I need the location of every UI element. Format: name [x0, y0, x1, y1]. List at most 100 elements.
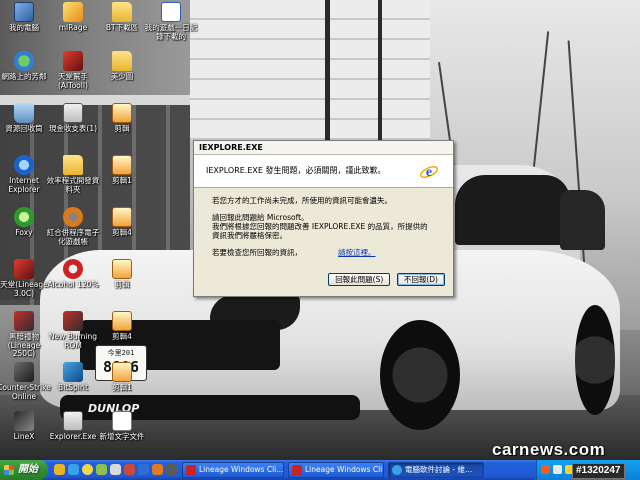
taskbar-item-lineage-2[interactable]: Lineage Windows Cli...: [288, 462, 384, 478]
taskbar: 開始 Lineage Windows Cli... Lineage Window…: [0, 460, 640, 480]
dialog-warning-text: 若您方才的工作尚未完成，所使用的資訊可能會遺失。: [212, 196, 392, 205]
desktop-icon-label: 新增文字文件: [99, 432, 145, 441]
aitool-icon: [63, 51, 83, 71]
quick-launch-app-icon[interactable]: [138, 464, 149, 475]
desktop-icon-label: 網路上的芳鄰: [1, 72, 47, 81]
car-wheel: [575, 305, 615, 415]
desktop-icon-label: 天堂(Lineage 3.0C): [0, 280, 48, 298]
watermark: carnews.com: [492, 440, 606, 459]
dialog-details-row: 若要檢查您所回報的資訊， 請按這裡。: [212, 248, 435, 260]
desktop-icon-clip[interactable]: 剪輯: [94, 259, 150, 290]
desktop-icon-explorer-exe[interactable]: Explorer.Exe: [45, 411, 101, 442]
desktop-icon-label: 美少圖: [110, 72, 134, 81]
network-icon: [14, 51, 34, 71]
desktop-icon-bt-folder[interactable]: BT下載區: [94, 2, 150, 33]
tray-network-icon[interactable]: [553, 465, 562, 474]
bitspirit-icon: [63, 362, 83, 382]
dialog-titlebar[interactable]: IEXPLORE.EXE: [194, 141, 453, 155]
desktop-icon-alcohol[interactable]: Alcohol 120%: [45, 259, 101, 290]
folder-icon: [63, 155, 83, 175]
zip-file-icon: [112, 259, 132, 279]
start-label: 開始: [18, 464, 38, 475]
gear-icon: [63, 207, 83, 227]
desktop-icon-label: Explorer.Exe: [49, 432, 97, 441]
desktop-icon-program[interactable]: 紅合併程序電子化遊戲帳: [45, 207, 101, 246]
wallpaper-pole: [378, 0, 382, 140]
taskbar-item-label: 電腦軟件討論 - 維...: [405, 465, 473, 474]
dialog-details-text: 若要檢查您所回報的資訊，: [212, 248, 302, 257]
internet-explorer-icon: [392, 465, 402, 475]
desktop-icon-aitool[interactable]: 天堂幫手(AIToolI): [45, 51, 101, 90]
quick-launch-folder-icon[interactable]: [54, 464, 65, 475]
desktop-icon-label: 剪輯: [114, 124, 130, 133]
desktop-icon-label: 剪輯4: [112, 228, 132, 237]
mirage-icon: [63, 2, 83, 22]
car-wheel: [380, 320, 460, 430]
lineage-icon: [292, 465, 302, 475]
desktop-icon-clip[interactable]: 剪輯1: [94, 362, 150, 393]
dialog-privacy-text: 我們將根據您回報的問題改善 IEXPLORE.EXE 的品質，所提供的資訊我們將…: [212, 222, 428, 240]
wallpaper-building-center: [190, 0, 430, 140]
lineage-icon: [14, 259, 34, 279]
desktop-icon-bitspirit[interactable]: BitSpirit: [45, 362, 101, 393]
quick-launch-msn-icon[interactable]: [82, 464, 93, 475]
svg-text:e: e: [426, 165, 432, 180]
desktop-icon-label: Counter-Strike Online: [0, 383, 51, 401]
quick-launch-app-icon[interactable]: [166, 464, 177, 475]
desktop-icon-clip[interactable]: 剪輯: [94, 103, 150, 134]
desktop-icon-word-doc[interactable]: 我的遊戲一日記錄下載的: [143, 2, 199, 41]
desktop-icon-label: 剪輯: [114, 280, 130, 289]
dont-send-button[interactable]: 不回報(D): [396, 273, 445, 286]
exe-file-icon: [63, 411, 83, 431]
text-file-icon: [112, 411, 132, 431]
recycle-bin-icon: [14, 103, 34, 123]
taskbar-item-lineage-1[interactable]: Lineage Windows Cli...: [182, 462, 284, 478]
desktop-icon-label: mIRage: [58, 23, 88, 32]
desktop-icon-mirage[interactable]: mIRage: [45, 2, 101, 33]
send-report-button[interactable]: 回報此問題(S): [328, 273, 391, 286]
desktop-icon-label: BT下載區: [105, 23, 139, 32]
wallpaper-pole: [325, 0, 330, 160]
quick-launch-app-icon[interactable]: [124, 464, 135, 475]
quick-launch-app-icon[interactable]: [152, 464, 163, 475]
desktop-icon-label: 資源回收筒: [5, 124, 43, 133]
folder-icon: [112, 51, 132, 71]
desktop-icon-folder[interactable]: 效率程式開發資料夾: [45, 155, 101, 194]
desktop-icon-label: 黑暗禮物(Lineage 250C): [7, 332, 41, 358]
desktop-icon-label: Foxy: [15, 228, 33, 237]
dialog-report-heading: 請回報此問題給 Microsoft。: [212, 213, 309, 222]
desktop-icon-spreadsheet[interactable]: 現金收支表(1): [45, 103, 101, 134]
details-link[interactable]: 請按這裡。: [338, 248, 376, 257]
desktop-icon-clip[interactable]: 剪輯4: [94, 311, 150, 342]
burning-rom-icon: [63, 311, 83, 331]
tray-app-icon[interactable]: [541, 465, 550, 474]
quick-launch-ie-icon[interactable]: [68, 464, 79, 475]
lineage-icon: [186, 465, 196, 475]
windows-logo-icon: [4, 465, 14, 475]
desktop-icon-clip[interactable]: 剪輯1: [94, 155, 150, 186]
desktop-icon-label: Internet Explorer: [8, 176, 40, 194]
desktop-icon-clip[interactable]: 剪輯4: [94, 207, 150, 238]
start-button[interactable]: 開始: [0, 460, 48, 480]
desktop-icon-burning-rom[interactable]: New Burning ROM: [45, 311, 101, 350]
desktop-icon-label: 剪輯4: [112, 332, 132, 341]
quick-launch-desktop-icon[interactable]: [110, 464, 121, 475]
desktop-icon-label: 剪輯1: [112, 176, 132, 185]
desktop-icon-new-text[interactable]: 新增文字文件: [94, 411, 150, 442]
internet-explorer-icon: [14, 155, 34, 175]
desktop-icon-label: BitSpirit: [58, 383, 88, 392]
zip-file-icon: [112, 207, 132, 227]
desktop-icon-pictures[interactable]: 美少圖: [94, 51, 150, 82]
desktop-icon-label: 我的電腦: [9, 23, 39, 32]
spreadsheet-icon: [63, 103, 83, 123]
quick-launch-media-icon[interactable]: [96, 464, 107, 475]
taskbar-item-forum[interactable]: 電腦軟件討論 - 維...: [388, 462, 484, 478]
plate-region: 今里201: [107, 349, 135, 357]
dialog-buttons: 回報此問題(S) 不回報(D): [324, 273, 445, 286]
lineage-icon: [14, 311, 34, 331]
desktop-icon-label: 我的遊戲一日記錄下載的: [144, 23, 198, 41]
desktop-icon-label: 效率程式開發資料夾: [46, 176, 100, 194]
folder-icon: [112, 2, 132, 22]
foxy-icon: [14, 207, 34, 227]
word-document-icon: [161, 2, 181, 22]
